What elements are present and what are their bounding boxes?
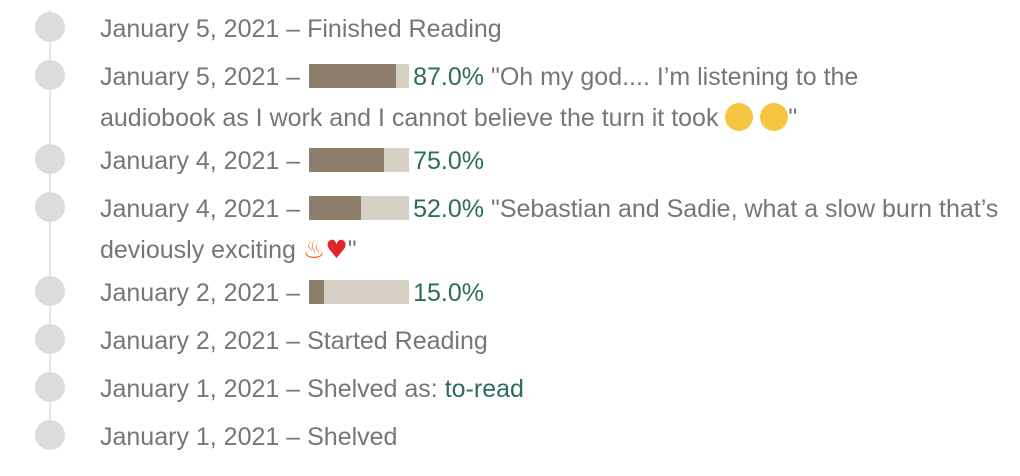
timeline-dot	[35, 60, 65, 90]
entry-text: January 1, 2021 – Shelved	[100, 417, 1002, 458]
timeline-dot	[35, 324, 65, 354]
entry-date: January 1, 2021	[100, 375, 280, 403]
entry-text: January 1, 2021 – Shelved as: to-read	[100, 369, 1002, 410]
progress-bar-fill	[309, 64, 397, 88]
entry-text: January 4, 2021 – 52.0% "Sebastian and S…	[100, 189, 1000, 271]
red-heart-icon: ♥	[325, 235, 348, 264]
entry-status: Finished Reading	[307, 15, 502, 43]
progress-bar	[309, 64, 410, 88]
entry-text: January 2, 2021 – 15.0%	[100, 273, 1002, 314]
timeline-dot	[35, 144, 65, 174]
progress-percent: 75.0%	[413, 147, 484, 175]
entry-separator: –	[286, 195, 301, 223]
progress-bar-fill	[309, 280, 325, 304]
pleading-face-icon	[760, 103, 789, 131]
entry-date: January 1, 2021	[100, 423, 280, 451]
progress-percent: 52.0%	[413, 195, 484, 223]
entry-date: January 2, 2021	[100, 279, 280, 307]
timeline-dot	[35, 276, 65, 306]
entry-separator: –	[286, 15, 301, 43]
entry-date: January 4, 2021	[100, 195, 280, 223]
entry-text: January 2, 2021 – Started Reading	[100, 321, 1002, 362]
shelf-link-to-read[interactable]: to-read	[445, 375, 524, 403]
progress-percent: 15.0%	[413, 279, 484, 307]
entry-separator: –	[286, 63, 301, 91]
entry-date: January 2, 2021	[100, 327, 280, 355]
progress-bar-fill	[309, 148, 385, 172]
progress-bar	[309, 148, 410, 172]
entry-date: January 5, 2021	[100, 63, 280, 91]
timeline-dot	[35, 372, 65, 402]
reading-progress-timeline: January 5, 2021 – Finished Reading Janua…	[0, 0, 1020, 476]
entry-text: January 4, 2021 – 75.0%	[100, 141, 1002, 182]
progress-bar	[309, 280, 410, 304]
progress-note-close-quote: "	[788, 104, 798, 132]
progress-note-close-quote: "	[347, 236, 357, 264]
entry-separator: –	[286, 375, 301, 403]
entry-text: January 5, 2021 – Finished Reading	[100, 9, 1002, 50]
progress-bar	[309, 196, 410, 220]
timeline-dot	[35, 12, 65, 42]
entry-separator: –	[286, 327, 301, 355]
entry-separator: –	[286, 423, 301, 451]
entry-status: Shelved	[307, 423, 398, 451]
progress-bar-fill	[309, 196, 362, 220]
entry-status: Shelved as:	[307, 375, 438, 403]
entry-separator: –	[286, 279, 301, 307]
timeline-dot	[35, 420, 65, 450]
entry-date: January 5, 2021	[100, 15, 280, 43]
timeline-dot	[35, 192, 65, 222]
entry-date: January 4, 2021	[100, 147, 280, 175]
entry-text: January 5, 2021 – 87.0% "Oh my god.... I…	[100, 57, 980, 139]
fire-icon: ♨	[302, 235, 326, 264]
astonished-face-icon	[725, 103, 754, 131]
entry-status: Started Reading	[307, 327, 488, 355]
entry-separator: –	[286, 147, 301, 175]
progress-percent: 87.0%	[413, 63, 484, 91]
